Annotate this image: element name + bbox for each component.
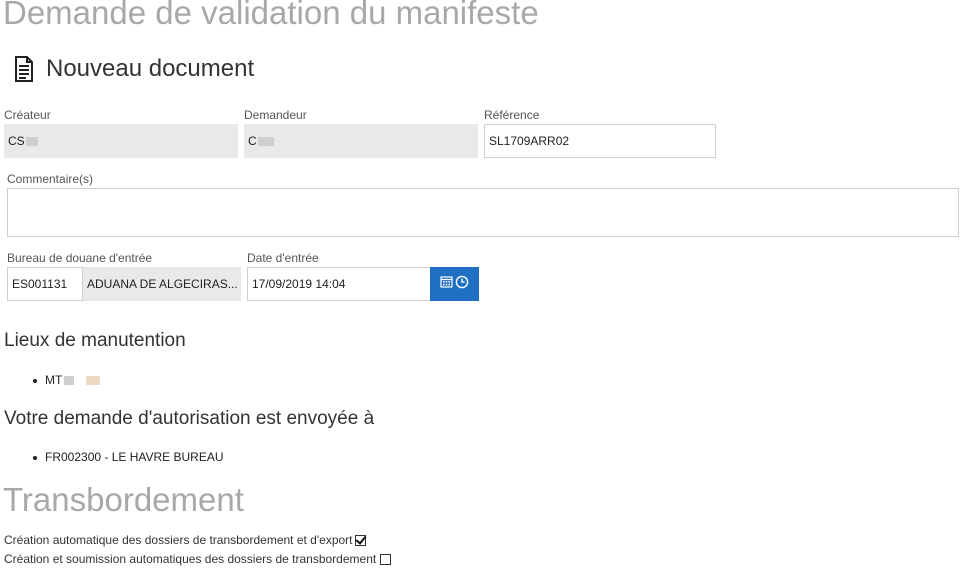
demandeur-label: Demandeur (244, 108, 307, 122)
document-heading-label: Nouveau document (46, 55, 255, 82)
date-entree-label: Date d'entrée (247, 251, 319, 265)
bureau-name-field: ADUANA DE ALGECIRAS... (83, 267, 241, 301)
page-title: Demande de validation du manifeste (3, 0, 539, 31)
date-picker-button[interactable] (430, 267, 479, 301)
date-entree-input[interactable]: 17/09/2019 14:04 (247, 267, 431, 301)
redacted-text (257, 136, 274, 146)
auto-submit-option: Création et soumission automatiques des … (4, 552, 392, 566)
reference-label: Référence (484, 108, 540, 122)
createur-field: CS (4, 124, 238, 158)
commentaire-textarea[interactable] (7, 188, 959, 237)
redacted-text (86, 376, 101, 386)
list-item: FR002300 - LE HAVRE BUREAU (33, 450, 224, 464)
bureau-label: Bureau de douane d'entrée (7, 251, 153, 265)
transbordement-heading: Transbordement (3, 481, 244, 518)
createur-label: Créateur (4, 108, 51, 122)
commentaire-label: Commentaire(s) (7, 172, 94, 186)
document-heading: Nouveau document (14, 53, 254, 85)
auto-submit-checkbox[interactable] (380, 553, 392, 565)
document-icon (14, 56, 34, 82)
reference-input[interactable]: SL1709ARR02 (484, 124, 716, 158)
demandeur-field: C (244, 124, 478, 158)
list-item: MT (33, 373, 101, 387)
calendar-icon (440, 275, 453, 293)
auto-export-checkbox[interactable] (354, 534, 366, 546)
redacted-text (25, 136, 38, 146)
page: Demande de validation du manifeste Nouve… (0, 0, 961, 568)
clock-icon (455, 275, 469, 294)
bureau-code-input[interactable]: ES001131 (7, 267, 83, 301)
lieux-heading: Lieux de manutention (4, 330, 186, 351)
redacted-text (64, 376, 75, 386)
auto-export-option: Création automatique des dossiers de tra… (4, 533, 366, 547)
envoi-heading: Votre demande d'autorisation est envoyée… (4, 408, 375, 429)
